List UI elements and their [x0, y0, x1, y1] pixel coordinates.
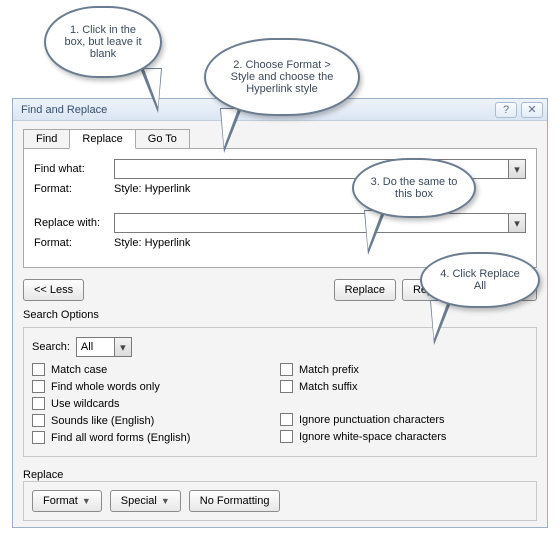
caret-down-icon: ▼ [82, 496, 91, 506]
replace-group: Format▼ Special▼ No Formatting [23, 481, 537, 521]
no-formatting-button[interactable]: No Formatting [189, 490, 281, 512]
format-label: Format: [34, 183, 114, 195]
caret-down-icon: ▼ [161, 496, 170, 506]
match-prefix-checkbox[interactable]: Match prefix [280, 363, 528, 376]
close-button[interactable]: ✕ [521, 102, 543, 118]
callout-1-tail [140, 68, 162, 113]
checkbox-icon [280, 413, 293, 426]
wildcards-checkbox[interactable]: Use wildcards [32, 397, 280, 410]
checkbox-icon [280, 430, 293, 443]
checkbox-icon [32, 414, 45, 427]
word-forms-checkbox[interactable]: Find all word forms (English) [32, 431, 280, 444]
match-suffix-checkbox[interactable]: Match suffix [280, 380, 528, 393]
whole-words-checkbox[interactable]: Find whole words only [32, 380, 280, 393]
checkbox-icon [32, 431, 45, 444]
match-case-checkbox[interactable]: Match case [32, 363, 280, 376]
callout-3: 3. Do the same to this box [352, 158, 476, 218]
callout-4: 4. Click Replace All [420, 252, 540, 308]
checkbox-icon [280, 380, 293, 393]
checkbox-icon [32, 363, 45, 376]
ignore-whitespace-checkbox[interactable]: Ignore white-space characters [280, 430, 528, 443]
help-button[interactable]: ? [495, 102, 517, 118]
find-replace-dialog: Find and Replace ? ✕ Find Replace Go To … [12, 98, 548, 528]
replace-format-value: Style: Hyperlink [114, 237, 190, 249]
sounds-like-checkbox[interactable]: Sounds like (English) [32, 414, 280, 427]
replace-with-label: Replace with: [34, 217, 114, 229]
tab-replace[interactable]: Replace [69, 129, 135, 149]
search-label: Search: [32, 341, 70, 353]
chevron-down-icon[interactable]: ▾ [508, 214, 525, 232]
search-options-group: Search: All ▾ Match case Find whole word… [23, 327, 537, 457]
tab-goto[interactable]: Go To [135, 129, 190, 149]
close-icon: ✕ [527, 103, 536, 116]
special-menu-button[interactable]: Special▼ [110, 490, 181, 512]
callout-1: 1. Click in the box, but leave it blank [44, 6, 162, 78]
replace-button[interactable]: Replace [334, 279, 396, 301]
callout-4-tail [430, 300, 452, 345]
find-what-label: Find what: [34, 163, 114, 175]
search-options-title: Search Options [23, 309, 537, 321]
search-direction-select[interactable]: All ▾ [76, 337, 132, 357]
callout-2-tail [220, 108, 242, 153]
checkbox-icon [280, 363, 293, 376]
tab-find[interactable]: Find [23, 129, 70, 149]
callout-3-tail [364, 210, 386, 255]
replace-with-input[interactable]: ▾ [114, 213, 526, 233]
checkbox-icon [32, 397, 45, 410]
format-label2: Format: [34, 237, 114, 249]
help-icon: ? [503, 104, 509, 116]
less-button[interactable]: << Less [23, 279, 84, 301]
replace-group-title: Replace [23, 469, 537, 481]
checkbox-icon [32, 380, 45, 393]
chevron-down-icon[interactable]: ▾ [114, 338, 131, 356]
format-menu-button[interactable]: Format▼ [32, 490, 102, 512]
tabs: Find Replace Go To [23, 129, 537, 149]
callout-2: 2. Choose Format > Style and choose the … [204, 38, 360, 116]
chevron-down-icon[interactable]: ▾ [508, 160, 525, 178]
find-format-value: Style: Hyperlink [114, 183, 190, 195]
ignore-punct-checkbox[interactable]: Ignore punctuation characters [280, 413, 528, 426]
